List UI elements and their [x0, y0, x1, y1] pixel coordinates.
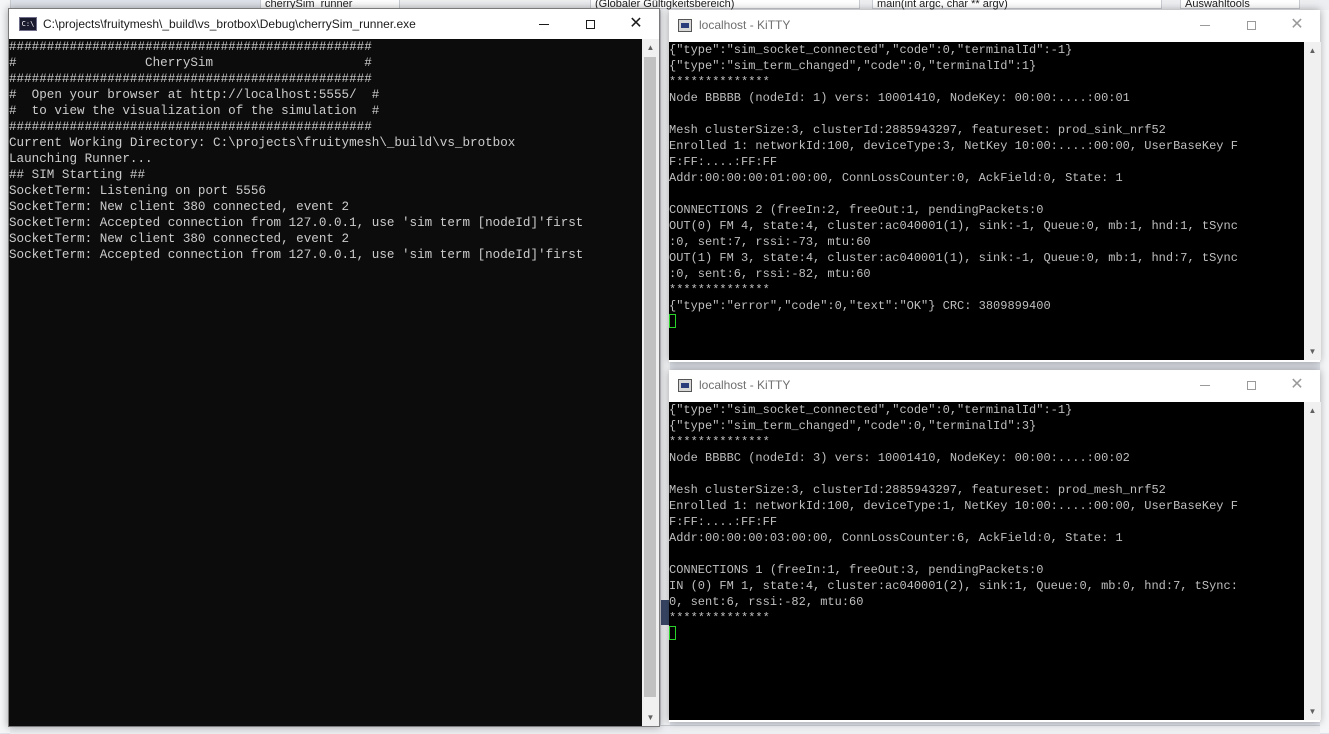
kitty-bottom-output[interactable]: {"type":"sim_socket_connected","code":0,…: [669, 402, 1304, 720]
console-scrollbar[interactable]: ▲ ▼: [642, 39, 659, 726]
maximize-button[interactable]: [1228, 10, 1274, 40]
scroll-up-arrow-icon[interactable]: ▲: [1304, 42, 1321, 59]
minimize-button[interactable]: [1182, 370, 1228, 400]
maximize-button[interactable]: [1228, 370, 1274, 400]
kitty-top-text: {"type":"sim_socket_connected","code":0,…: [669, 42, 1304, 330]
kitty-top-output[interactable]: {"type":"sim_socket_connected","code":0,…: [669, 42, 1304, 360]
terminal-cursor: [669, 626, 676, 640]
maximize-button[interactable]: [567, 9, 613, 39]
kitty-window-top[interactable]: localhost - KiTTY ✕ {"type":"sim_socket_…: [669, 10, 1321, 362]
maximize-icon: [1246, 20, 1256, 30]
close-icon: ✕: [629, 15, 643, 32]
console-output[interactable]: ########################################…: [9, 39, 642, 726]
close-button[interactable]: ✕: [613, 9, 659, 39]
kitty-icon: [678, 378, 692, 392]
background-ide-right-edge: [1320, 10, 1329, 733]
minimize-icon: [1200, 24, 1210, 26]
close-button[interactable]: ✕: [1274, 370, 1320, 400]
console-titlebar[interactable]: C:\ C:\projects\fruitymesh\_build\vs_bro…: [9, 9, 659, 39]
kitty-icon: [678, 18, 692, 32]
minimize-button[interactable]: [1182, 10, 1228, 40]
scrollbar-thumb[interactable]: [644, 57, 656, 697]
kitty-bottom-title: localhost - KiTTY: [699, 378, 791, 392]
selection-tools-button[interactable]: Auswahltools: [1180, 0, 1300, 10]
kitty-bottom-text: {"type":"sim_socket_connected","code":0,…: [669, 402, 1304, 642]
scroll-down-arrow-icon[interactable]: ▼: [1304, 343, 1321, 360]
console-window[interactable]: C:\ C:\projects\fruitymesh\_build\vs_bro…: [8, 8, 660, 727]
kitty-top-titlebar[interactable]: localhost - KiTTY ✕: [669, 10, 1320, 40]
terminal-cursor: [669, 314, 676, 328]
scroll-down-arrow-icon[interactable]: ▼: [1304, 703, 1321, 720]
close-button[interactable]: ✕: [1274, 10, 1320, 40]
scroll-up-arrow-icon[interactable]: ▲: [642, 39, 659, 56]
kitty-window-bottom[interactable]: localhost - KiTTY ✕ {"type":"sim_socket_…: [669, 370, 1321, 722]
minimize-icon: [539, 23, 549, 25]
kitty-top-title: localhost - KiTTY: [699, 18, 791, 32]
kitty-bottom-titlebar[interactable]: localhost - KiTTY ✕: [669, 370, 1320, 400]
scroll-down-arrow-icon[interactable]: ▼: [642, 709, 659, 726]
maximize-icon: [1246, 380, 1256, 390]
close-icon: ✕: [1290, 376, 1304, 393]
minimize-icon: [1200, 384, 1210, 386]
maximize-icon: [585, 19, 595, 29]
console-title: C:\projects\fruitymesh\_build\vs_brotbox…: [43, 17, 416, 31]
function-combo[interactable]: main(int argc, char ** argv): [872, 0, 1162, 10]
minimize-button[interactable]: [521, 9, 567, 39]
close-icon: ✕: [1290, 16, 1304, 33]
kitty-top-scrollbar[interactable]: ▲ ▼: [1304, 42, 1321, 360]
kitty-bottom-scrollbar[interactable]: ▲ ▼: [1304, 402, 1321, 720]
scroll-up-arrow-icon[interactable]: ▲: [1304, 402, 1321, 419]
console-app-icon: C:\: [19, 17, 37, 31]
console-text: ########################################…: [9, 40, 584, 262]
